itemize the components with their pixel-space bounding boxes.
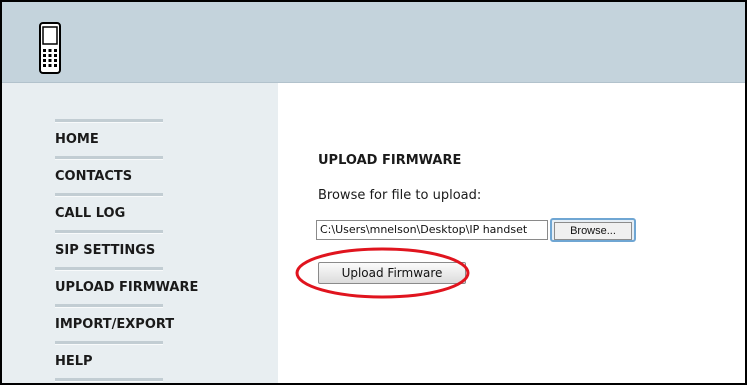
main-content: UPLOAD FIRMWARE Browse for file to uploa… — [278, 83, 745, 383]
nav-divider — [55, 378, 163, 382]
sidebar-item-contacts[interactable]: CONTACTS — [55, 160, 163, 193]
sidebar-item-help[interactable]: HELP — [55, 345, 163, 378]
mobile-phone-icon — [39, 22, 61, 74]
browse-label: Browse for file to upload: — [318, 188, 482, 203]
sidebar-item-upload-firmware[interactable]: UPLOAD FIRMWARE — [55, 271, 198, 304]
browse-button-label: Browse... — [554, 222, 632, 240]
sidebar-item-sip-settings[interactable]: SIP SETTINGS — [55, 234, 163, 267]
page-title: UPLOAD FIRMWARE — [318, 153, 462, 168]
browse-button[interactable]: Browse... — [550, 218, 636, 242]
sidebar-item-import-export[interactable]: IMPORT/EXPORT — [55, 308, 174, 341]
sidebar-item-call-log[interactable]: CALL LOG — [55, 197, 163, 230]
sidebar-nav: HOME CONTACTS CALL LOG SIP SETTINGS UPLO… — [55, 119, 198, 382]
upload-firmware-button[interactable]: Upload Firmware — [318, 262, 466, 284]
sidebar-item-home[interactable]: HOME — [55, 123, 163, 156]
sidebar: HOME CONTACTS CALL LOG SIP SETTINGS UPLO… — [2, 83, 278, 383]
header-bar — [2, 2, 745, 83]
app-frame: HOME CONTACTS CALL LOG SIP SETTINGS UPLO… — [0, 0, 747, 385]
file-path-input[interactable]: C:\Users\mnelson\Desktop\IP handset — [316, 220, 548, 240]
